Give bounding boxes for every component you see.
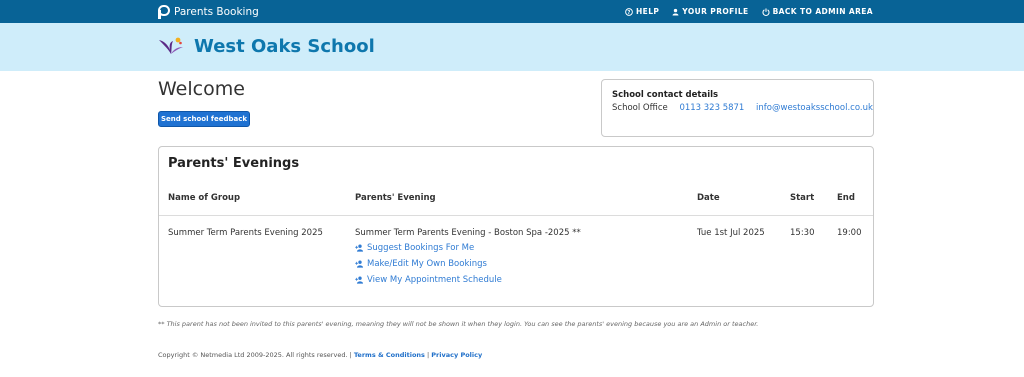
back-to-admin-label: BACK TO ADMIN AREA — [772, 7, 873, 16]
copyright-text: Copyright © Netmedia Ltd 2009-2025. All … — [158, 351, 352, 359]
svg-text:?: ? — [627, 9, 630, 15]
cell-start: 15:30 — [790, 228, 815, 238]
header-divider — [159, 215, 873, 216]
contact-line: School Office 0113 323 5871 info@westoak… — [612, 103, 873, 113]
parents-booking-logo-icon — [158, 4, 170, 19]
column-header-start: Start — [790, 193, 815, 203]
contact-title: School contact details — [612, 90, 719, 100]
help-label: HELP — [636, 7, 660, 16]
make-edit-bookings-link[interactable]: Make/Edit My Own Bookings — [355, 259, 487, 269]
user-icon — [672, 8, 679, 15]
welcome-heading: Welcome — [158, 78, 245, 100]
your-profile-label: YOUR PROFILE — [682, 7, 749, 16]
column-header-end: End — [837, 193, 855, 203]
send-school-feedback-button[interactable]: Send school feedback — [158, 111, 250, 127]
column-header-evening: Parents' Evening — [355, 193, 436, 203]
suggest-bookings-label: Suggest Bookings For Me — [367, 243, 475, 253]
parents-evenings-panel: Parents' Evenings Name of Group Parents'… — [158, 146, 874, 307]
your-profile-link[interactable]: YOUR PROFILE — [672, 7, 748, 16]
suggest-bookings-link[interactable]: Suggest Bookings For Me — [355, 243, 474, 253]
parents-evenings-title: Parents' Evenings — [168, 156, 300, 171]
cell-date: Tue 1st Jul 2025 — [697, 228, 765, 238]
footer-separator: | — [427, 351, 430, 359]
phone-link[interactable]: 0113 323 5871 — [679, 103, 744, 113]
cell-evening-name: Summer Term Parents Evening - Boston Spa… — [355, 228, 581, 238]
cell-end: 19:00 — [837, 228, 862, 238]
app-name: Parents Booking — [174, 5, 259, 18]
footer: Copyright © Netmedia Ltd 2009-2025. All … — [158, 351, 482, 359]
school-logo-icon — [159, 37, 183, 54]
email-link[interactable]: info@westoaksschool.co.uk — [756, 103, 873, 113]
help-link[interactable]: ? HELP — [625, 7, 659, 16]
terms-conditions-link[interactable]: Terms & Conditions — [354, 351, 425, 359]
help-circle-icon: ? — [625, 7, 633, 15]
users-plus-icon — [355, 260, 364, 268]
view-appointment-schedule-link[interactable]: View My Appointment Schedule — [355, 275, 502, 285]
back-to-admin-link[interactable]: BACK TO ADMIN AREA — [762, 7, 873, 16]
top-navigation-bar: Parents Booking ? HELP YOUR PROFILE BACK… — [0, 0, 1024, 23]
column-header-group: Name of Group — [168, 193, 241, 203]
top-nav-links: ? HELP YOUR PROFILE BACK TO ADMIN AREA — [625, 0, 873, 23]
school-name: West Oaks School — [194, 36, 375, 57]
not-invited-note: ** This parent has not been invited to t… — [158, 320, 759, 328]
school-contact-card: School contact details School Office 011… — [601, 79, 874, 137]
make-edit-bookings-label: Make/Edit My Own Bookings — [367, 259, 487, 269]
school-office-label: School Office — [612, 103, 668, 113]
users-plus-icon — [355, 244, 364, 252]
cell-group-name: Summer Term Parents Evening 2025 — [168, 228, 323, 238]
column-header-date: Date — [697, 193, 720, 203]
users-plus-icon — [355, 276, 364, 284]
power-icon — [762, 7, 770, 16]
app-brand[interactable]: Parents Booking — [158, 3, 259, 20]
privacy-policy-link[interactable]: Privacy Policy — [431, 351, 482, 359]
school-banner: West Oaks School — [0, 23, 1024, 71]
view-appointment-schedule-label: View My Appointment Schedule — [367, 275, 502, 285]
